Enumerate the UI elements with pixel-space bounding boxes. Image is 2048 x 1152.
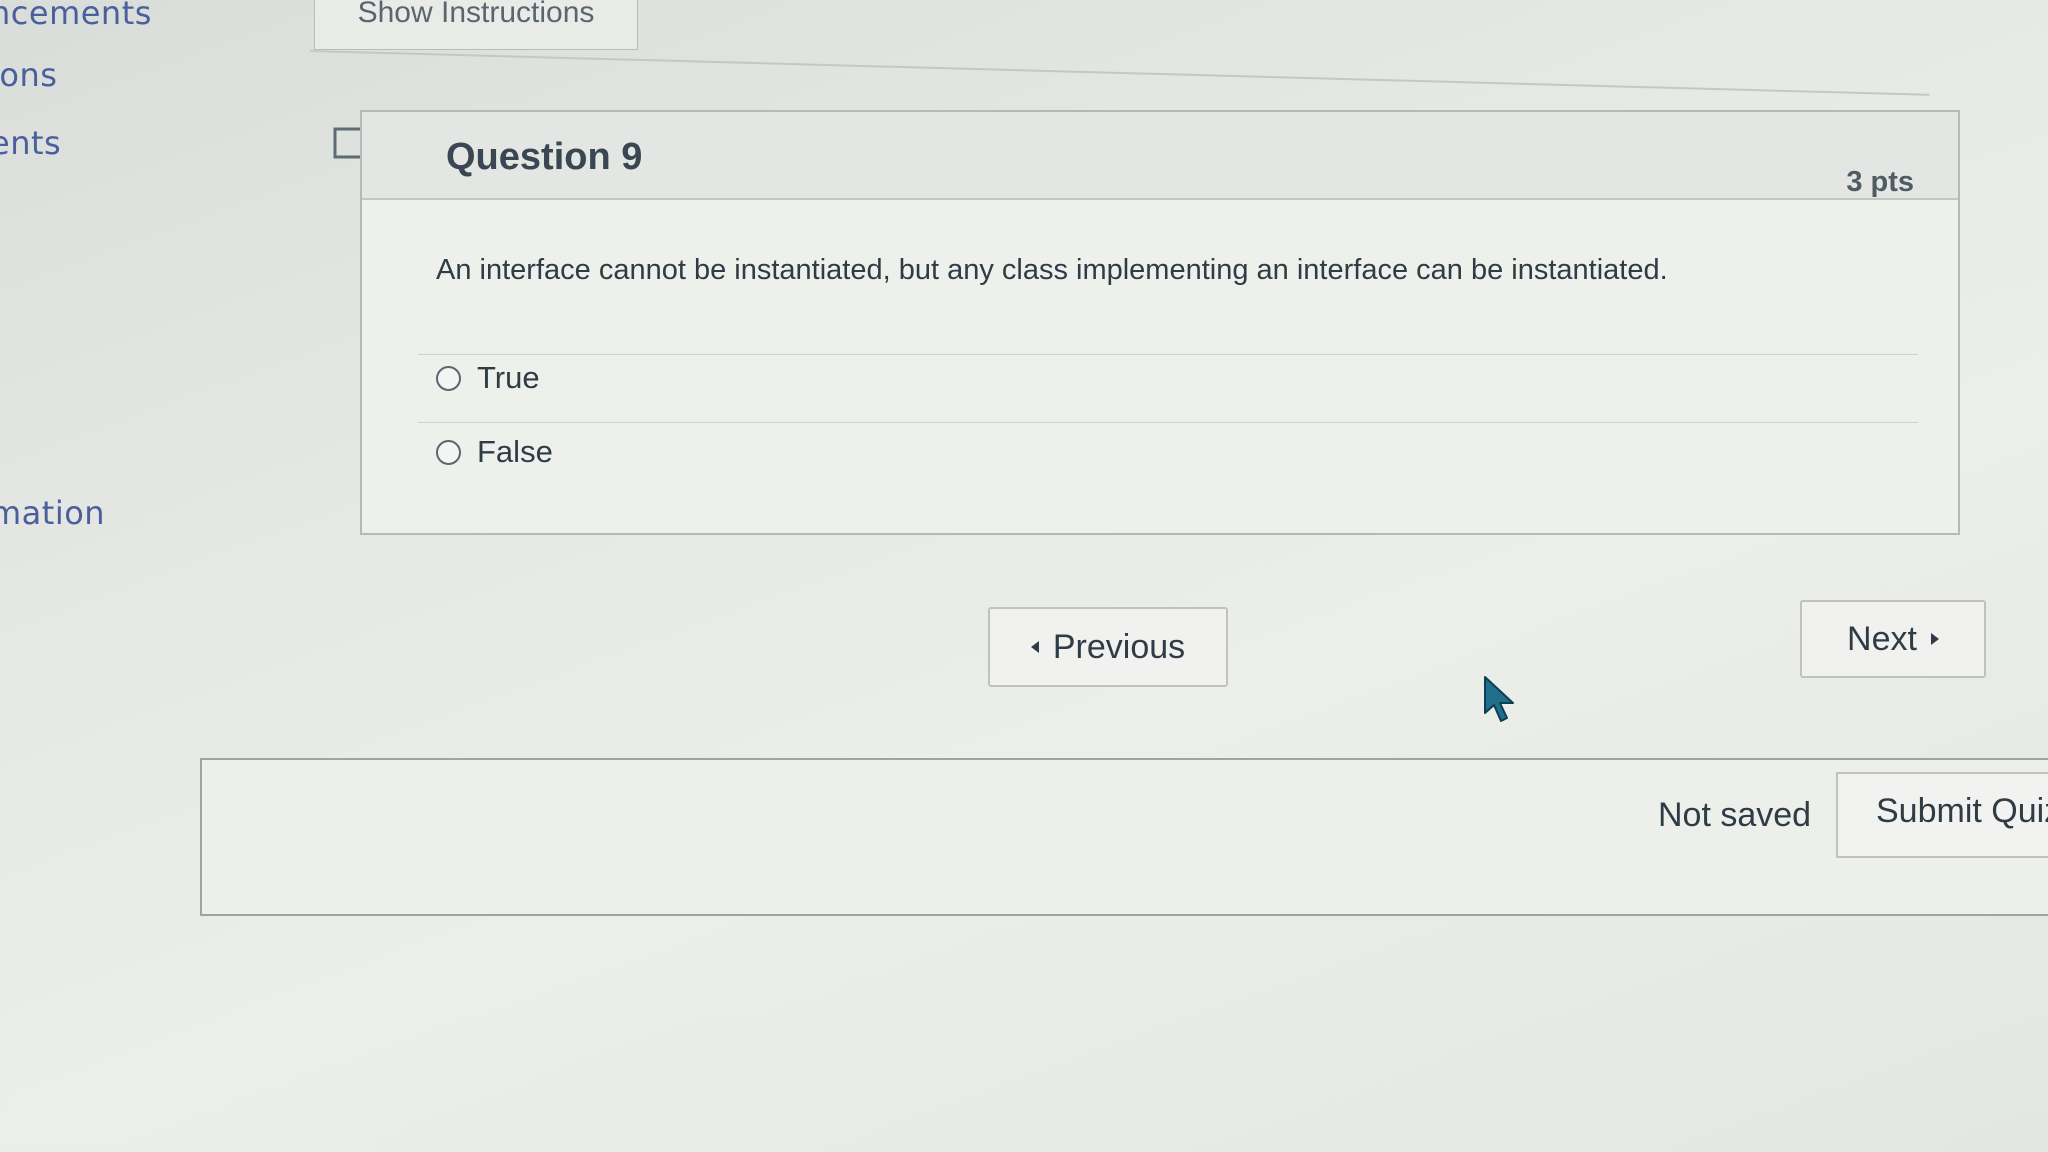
question-header: Question 9 3 pts xyxy=(362,112,1958,200)
answer-option-true[interactable]: True xyxy=(436,360,540,396)
sidebar-item-announcements[interactable]: ncements xyxy=(0,0,152,32)
sidebar-item-discussions[interactable]: ions xyxy=(0,56,57,94)
caret-right-icon xyxy=(1930,633,1939,645)
question-text: An interface cannot be instantiated, but… xyxy=(436,254,1668,286)
previous-button[interactable]: Previous xyxy=(988,607,1228,687)
question-card: Question 9 3 pts An interface cannot be … xyxy=(360,110,1960,535)
question-points: 3 pts xyxy=(1846,166,1914,198)
quiz-footer xyxy=(200,758,2048,916)
divider xyxy=(309,50,1930,96)
answer-divider xyxy=(418,354,1918,355)
next-button[interactable]: Next xyxy=(1800,600,1986,678)
mouse-pointer-icon xyxy=(1482,675,1522,730)
save-status: Not saved xyxy=(1658,796,1812,834)
sidebar-item-information[interactable]: mation xyxy=(0,494,105,532)
caret-left-icon xyxy=(1030,641,1039,653)
previous-label[interactable]: Previous xyxy=(1053,628,1185,667)
answer-label[interactable]: False xyxy=(477,434,553,470)
sidebar-item-assignments[interactable]: ents xyxy=(0,124,61,162)
answer-option-false[interactable]: False xyxy=(436,434,553,470)
next-label[interactable]: Next xyxy=(1847,620,1917,659)
answer-label[interactable]: True xyxy=(477,360,540,396)
show-instructions-button[interactable]: Show Instructions xyxy=(314,0,638,50)
radio-button[interactable] xyxy=(436,365,461,391)
radio-button[interactable] xyxy=(436,439,461,465)
question-title: Question 9 xyxy=(446,136,643,178)
answer-divider xyxy=(418,422,1918,423)
submit-quiz-button[interactable]: Submit Quiz xyxy=(1836,772,2048,858)
